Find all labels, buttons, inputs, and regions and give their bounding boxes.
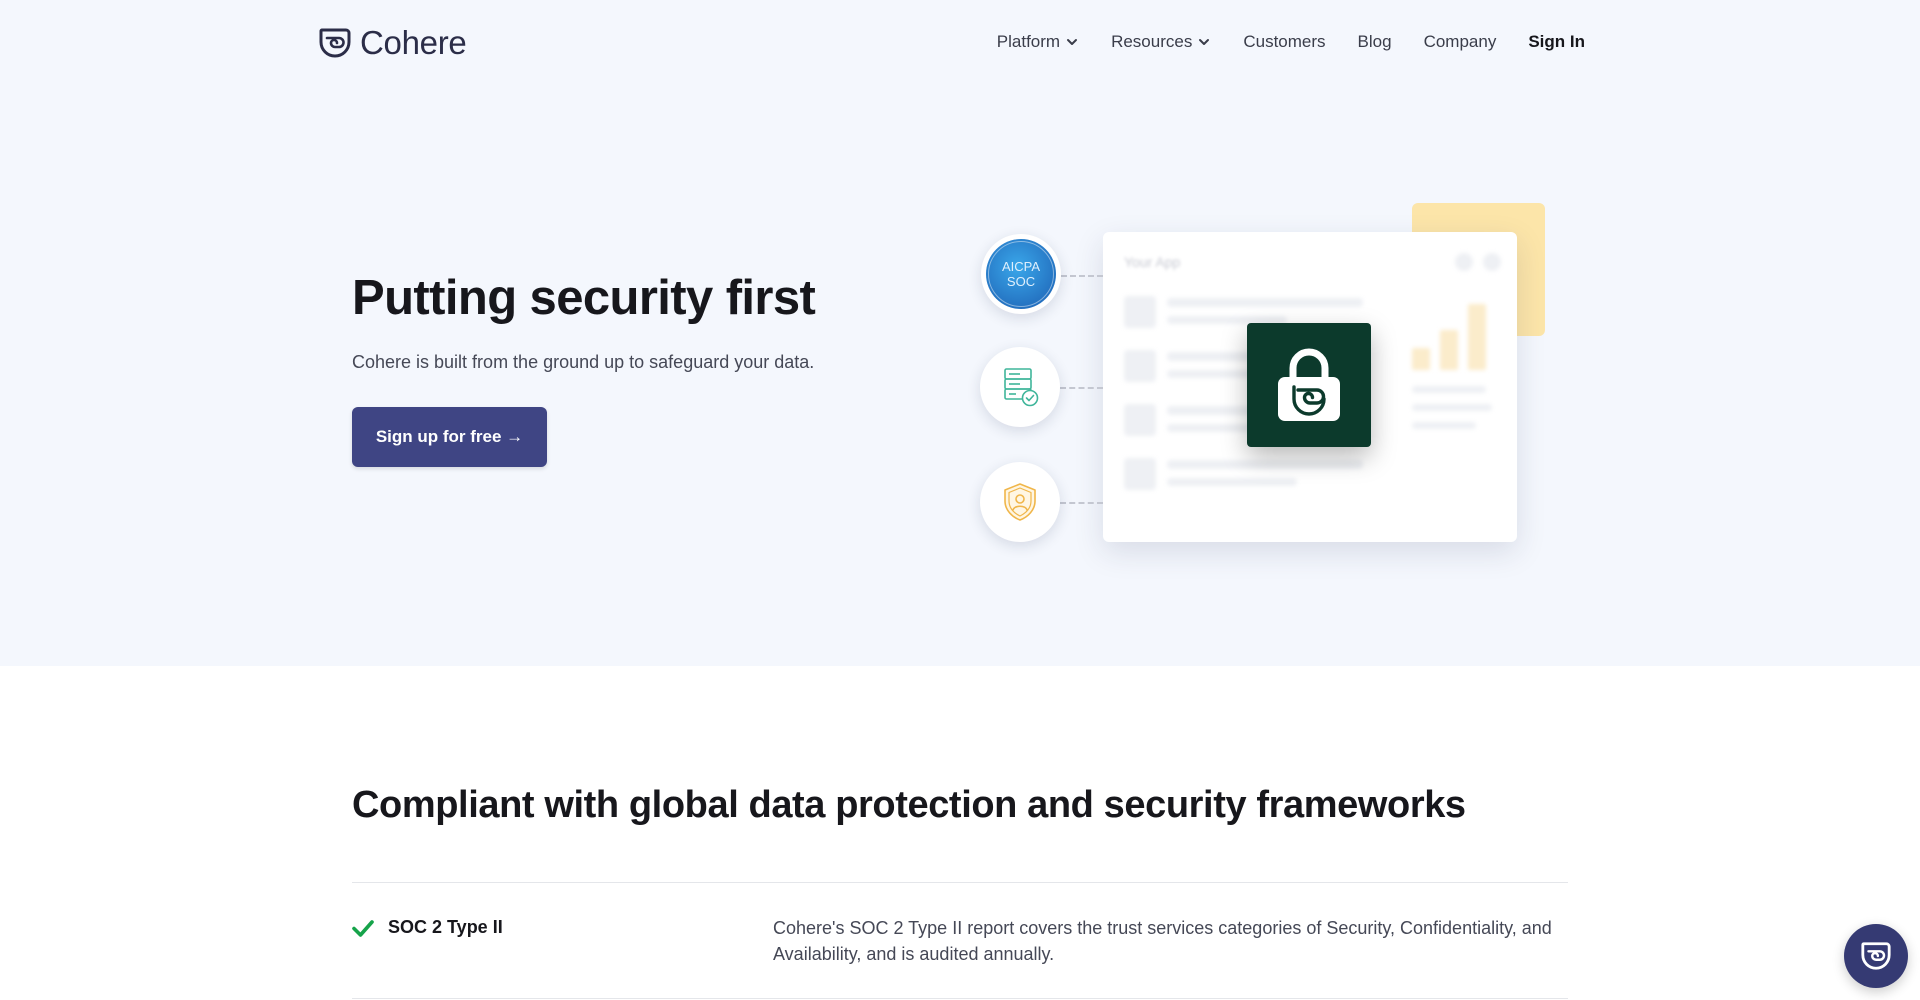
lock-icon (1278, 348, 1340, 421)
nav-company[interactable]: Company (1424, 32, 1497, 52)
nav-platform-label: Platform (996, 32, 1061, 51)
placeholder-avatar (1455, 253, 1473, 271)
framework-name: SOC 2 Type II (388, 917, 503, 937)
framework-description: Cohere's SOC 2 Type II report covers the… (773, 918, 1552, 964)
connector-line (1060, 502, 1103, 504)
divider (352, 998, 1568, 999)
aicpa-soc-seal: AICPA SOC (986, 239, 1056, 309)
placeholder-row-icon (1124, 404, 1156, 436)
divider (352, 882, 1568, 883)
placeholder-bar (1440, 330, 1458, 370)
lock-tile (1247, 323, 1371, 447)
main-nav: Platform Resources Customers Blog Compan… (997, 32, 1585, 52)
security-illustration: Your App AICPA SOC (960, 190, 1560, 560)
logo-text: Cohere (360, 24, 467, 61)
placeholder-row-icon (1124, 350, 1156, 382)
hero-title: Putting security first (352, 271, 816, 325)
placeholder-line (1412, 422, 1476, 429)
placeholder-bar (1468, 304, 1486, 370)
placeholder-bar (1412, 348, 1430, 370)
nav-platform[interactable]: Platform (997, 32, 1079, 52)
server-check-badge (980, 347, 1060, 427)
nav-customers[interactable]: Customers (1243, 32, 1325, 52)
compliance-section-title: Compliant with global data protection an… (352, 784, 1466, 826)
cohere-logo-icon (319, 28, 351, 58)
seal-ring (988, 241, 1054, 307)
placeholder-line (1167, 478, 1297, 486)
shield-user-badge (980, 462, 1060, 542)
chevron-down-icon (1067, 39, 1078, 45)
connector-line (1060, 387, 1103, 389)
placeholder-avatar (1483, 253, 1501, 271)
cohere-logo-icon (1861, 942, 1891, 970)
cohere-logo[interactable]: Cohere (318, 24, 467, 62)
server-check-icon (1004, 368, 1039, 407)
shield-user-icon (1004, 483, 1036, 521)
hero-subtitle: Cohere is built from the ground up to sa… (352, 352, 815, 372)
placeholder-line (1412, 386, 1486, 393)
sign-in-link[interactable]: Sign In (1528, 32, 1585, 52)
placeholder-line (1412, 404, 1492, 411)
placeholder-row-icon (1124, 296, 1156, 328)
placeholder-row-icon (1124, 458, 1156, 490)
nav-resources-label: Resources (1111, 32, 1193, 51)
chevron-down-icon (1199, 39, 1210, 45)
placeholder-line (1167, 460, 1363, 469)
placeholder-line (1167, 298, 1363, 307)
nav-resources[interactable]: Resources (1111, 32, 1211, 52)
sign-up-button[interactable]: Sign up for free → (352, 407, 547, 467)
chat-launcher-button[interactable] (1844, 924, 1908, 988)
nav-blog[interactable]: Blog (1358, 32, 1392, 52)
site-header: Cohere Platform Resources Customers Blog… (0, 0, 1920, 88)
aicpa-soc-badge: AICPA SOC (981, 234, 1061, 314)
app-mockup-title: Your App (1124, 254, 1181, 270)
check-icon (352, 920, 374, 937)
connector-line (1061, 275, 1103, 277)
